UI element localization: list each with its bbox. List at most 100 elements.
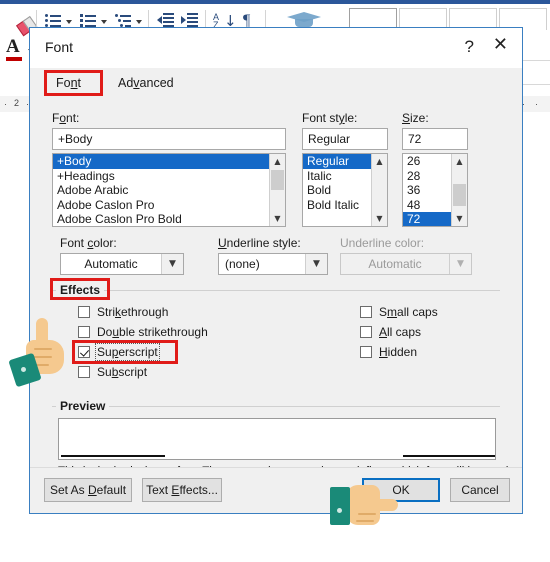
bullets-icon[interactable] bbox=[45, 14, 61, 27]
effects-group-divider bbox=[52, 290, 500, 291]
ok-button[interactable]: OK bbox=[362, 478, 440, 502]
underline-style-label-post: nderline style: bbox=[226, 236, 301, 250]
size-list[interactable]: 26 28 36 48 72 ▲ ▼ bbox=[402, 153, 468, 227]
scroll-thumb[interactable] bbox=[271, 170, 284, 190]
tab-font[interactable]: Font bbox=[46, 71, 91, 95]
font-list-item[interactable]: +Headings bbox=[53, 169, 285, 184]
bullets-chevron-down-icon[interactable] bbox=[66, 20, 72, 24]
checkbox-box[interactable] bbox=[78, 326, 90, 338]
preview-rule-right bbox=[403, 455, 495, 457]
size-list-scrollbar[interactable]: ▲ ▼ bbox=[451, 154, 467, 226]
label-pre: S bbox=[379, 305, 388, 319]
scroll-up-icon[interactable]: ▲ bbox=[372, 154, 387, 169]
font-list[interactable]: +Body +Headings Adobe Arabic Adobe Caslo… bbox=[52, 153, 286, 227]
font-list-item[interactable]: Adobe Caslon Pro bbox=[53, 198, 285, 213]
font-style-label-pre: Font st bbox=[302, 111, 339, 125]
ruler-tick-label: 2 bbox=[14, 98, 20, 108]
font-color-swatch bbox=[6, 57, 22, 61]
label-mnemonic: D bbox=[88, 483, 97, 497]
window-title-bar-strip bbox=[0, 0, 550, 4]
tab-font-label-mnemonic: n bbox=[70, 76, 78, 90]
font-color-icon[interactable]: A bbox=[6, 36, 20, 58]
numbering-chevron-down-icon[interactable] bbox=[101, 20, 107, 24]
scroll-up-icon[interactable]: ▲ bbox=[452, 154, 467, 169]
font-style-list-scrollbar[interactable]: ▲ ▼ bbox=[371, 154, 387, 226]
dialog-body: Font Advanced Font: +Body +Body +Heading… bbox=[30, 68, 522, 513]
font-list-item[interactable]: Adobe Arabic bbox=[53, 183, 285, 198]
checkbox-box[interactable] bbox=[360, 326, 372, 338]
chevron-down-icon: ▼ bbox=[449, 254, 471, 274]
cancel-button[interactable]: Cancel bbox=[450, 478, 510, 502]
scroll-thumb[interactable] bbox=[453, 184, 466, 206]
label-mnemonic: H bbox=[379, 345, 388, 359]
screenshot-root: A ◢ bbox=[0, 0, 550, 562]
tab-advanced[interactable]: Advanced bbox=[108, 71, 184, 95]
checkbox-box[interactable] bbox=[78, 346, 90, 358]
checkbox-label: Strikethrough bbox=[97, 305, 168, 319]
label-post: idden bbox=[387, 345, 418, 359]
checkbox-label: Small caps bbox=[379, 305, 438, 319]
checkbox-box[interactable] bbox=[360, 306, 372, 318]
tab-advanced-label-pre: Ad bbox=[118, 76, 134, 90]
tab-font-label-post: t bbox=[77, 76, 82, 90]
preview-box bbox=[58, 418, 496, 460]
font-label: Font: bbox=[52, 111, 79, 125]
label-mnemonic: A bbox=[379, 325, 388, 339]
text-effects-button[interactable]: Text Effects... bbox=[142, 478, 222, 502]
close-icon[interactable]: ✕ bbox=[493, 36, 508, 54]
font-list-item[interactable]: +Body bbox=[53, 154, 285, 169]
checkbox-box[interactable] bbox=[78, 366, 90, 378]
chevron-down-icon[interactable]: ▼ bbox=[161, 254, 183, 274]
dialog-title: Font bbox=[45, 39, 74, 55]
font-list-scrollbar[interactable]: ▲ ▼ bbox=[269, 154, 285, 226]
multilevel-chevron-down-icon[interactable] bbox=[136, 20, 142, 24]
checkbox-box[interactable] bbox=[360, 346, 372, 358]
label-pre: Text bbox=[146, 483, 172, 497]
label-post: ll caps bbox=[387, 325, 422, 339]
font-color-dropdown[interactable]: Automatic ▼ bbox=[60, 253, 184, 275]
label-post: ble strikethrough bbox=[119, 325, 208, 339]
set-as-default-button[interactable]: Set As Default bbox=[44, 478, 132, 502]
font-style-list[interactable]: Regular Italic Bold Bold Italic ▲ ▼ bbox=[302, 153, 388, 227]
font-tab-panel: Font: +Body +Body +Headings Adobe Arabic… bbox=[30, 96, 522, 496]
multilevel-list-icon[interactable] bbox=[115, 14, 131, 27]
chevron-down-icon[interactable]: ▼ bbox=[305, 254, 327, 274]
effects-group-title: Effects bbox=[56, 283, 105, 297]
label-pre: Set As bbox=[49, 483, 88, 497]
font-color-value: Automatic bbox=[84, 257, 138, 271]
label-pre: Stri bbox=[97, 305, 115, 319]
font-style-label-post: le: bbox=[344, 111, 358, 125]
size-label: Size: bbox=[402, 111, 429, 125]
font-name-input[interactable]: +Body bbox=[52, 128, 286, 150]
help-icon[interactable]: ? bbox=[465, 37, 474, 57]
scroll-down-icon[interactable]: ▼ bbox=[270, 211, 285, 226]
font-style-input[interactable]: Regular bbox=[302, 128, 388, 150]
tab-advanced-label-post: anced bbox=[139, 76, 174, 90]
dialog-footer: Set As Default Text Effects... OK Cancel bbox=[30, 467, 522, 513]
increase-indent-icon[interactable] bbox=[181, 13, 198, 27]
scroll-down-icon[interactable]: ▼ bbox=[372, 211, 387, 226]
checkbox-label: Hidden bbox=[379, 345, 417, 359]
label-mnemonic: m bbox=[387, 305, 398, 319]
scroll-down-icon[interactable]: ▼ bbox=[452, 211, 467, 226]
numbering-icon[interactable] bbox=[80, 14, 96, 27]
size-input[interactable]: 72 bbox=[402, 128, 468, 150]
label-post: erscript bbox=[118, 345, 158, 359]
dialog-title-bar: Font ? ✕ bbox=[30, 28, 522, 68]
font-color-label-pre: Font bbox=[60, 236, 88, 250]
label-post: script bbox=[118, 365, 148, 379]
decrease-indent-icon[interactable] bbox=[157, 13, 174, 27]
font-list-item[interactable]: Adobe Caslon Pro Bold bbox=[53, 212, 285, 226]
checkbox-label: Subscript bbox=[97, 365, 147, 379]
label-post: efault bbox=[96, 483, 127, 497]
scroll-up-icon[interactable]: ▲ bbox=[270, 154, 285, 169]
checkbox-box[interactable] bbox=[78, 306, 90, 318]
label-post: ethrough bbox=[121, 305, 169, 319]
size-label-mnemonic: S bbox=[402, 111, 411, 125]
preview-group-title: Preview bbox=[56, 399, 110, 413]
underline-style-dropdown[interactable]: (none) ▼ bbox=[218, 253, 328, 275]
font-color-label-post: olor: bbox=[93, 236, 117, 250]
tab-font-label-pre: Fo bbox=[56, 76, 71, 90]
label-pre: Su bbox=[97, 345, 112, 359]
checkbox-label: Superscript bbox=[95, 343, 160, 361]
